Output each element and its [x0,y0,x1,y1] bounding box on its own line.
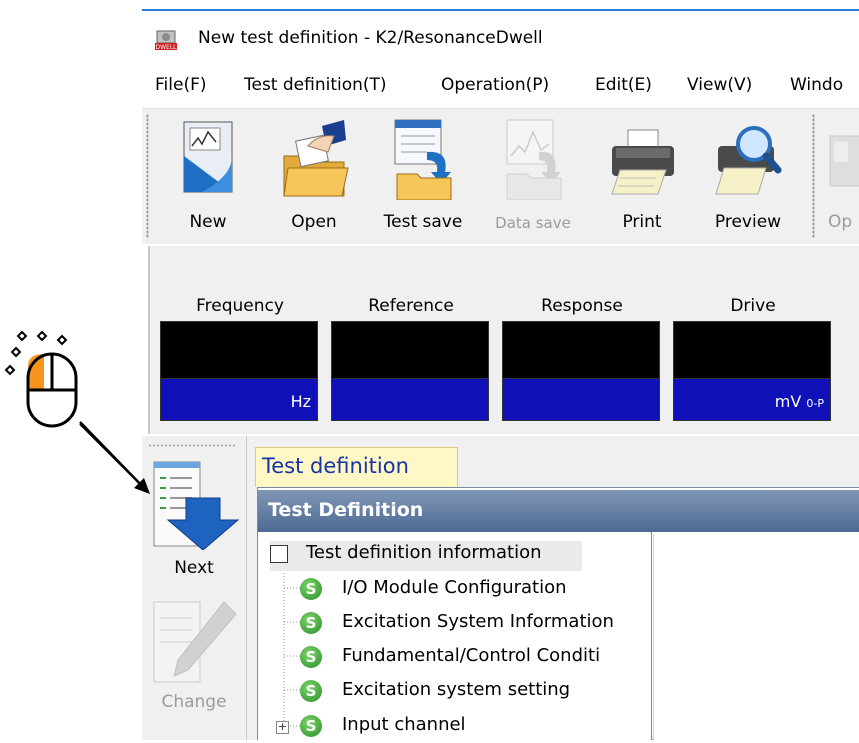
data-save-button[interactable]: Data save [484,112,582,240]
menu-window[interactable]: Windo [790,75,843,95]
reference-caption: Reference [368,296,454,316]
reference-display [331,321,489,379]
next-button-label: Next [174,558,214,578]
menu-test-definition[interactable]: Test definition(T) [244,75,387,95]
test-save-icon [387,116,459,201]
window-title: New test definition - K2/ResonanceDwell [198,28,543,48]
s-badge-icon: S [300,646,322,668]
side-toolbar-grip[interactable] [148,444,236,447]
menu-view[interactable]: View(V) [687,75,752,95]
frequency-display [160,321,318,379]
tree-item-label: Input channel [342,714,466,735]
s-badge-icon: S [300,612,322,634]
drive-unit: mV 0-P [673,379,831,421]
detail-pane [653,534,859,740]
open-button-label: Open [291,212,337,232]
data-save-icon [497,116,569,201]
dwell-app-icon: DWELL [154,29,178,51]
checkbox-icon [270,545,288,563]
new-document-icon [172,116,244,200]
toolbar-grip[interactable] [146,114,149,238]
tree-item-label: I/O Module Configuration [342,577,567,598]
s-badge-icon: S [300,578,322,600]
s-badge-icon: S [300,715,322,737]
operation-button[interactable]: Op [822,112,859,240]
preview-button[interactable]: Preview [700,112,796,240]
tree-item-label: Test definition information [306,542,542,563]
drive-unit-sub: 0-P [806,397,824,410]
response-caption: Response [541,296,623,316]
change-button[interactable]: Change [144,592,244,722]
data-save-button-label: Data save [495,214,571,232]
print-button[interactable]: Print [600,112,684,240]
printer-icon [606,116,678,200]
response-display [502,321,660,379]
tree-item-label: Excitation system setting [342,679,571,700]
drive-meter: mV 0-P [673,321,831,421]
window-top-border [142,9,859,11]
change-pencil-icon [148,594,244,686]
change-button-label: Change [161,692,227,712]
operation-icon [822,116,859,200]
print-button-label: Print [622,212,662,232]
open-folder-icon [278,116,350,200]
reference-meter [331,321,489,421]
tree-item-input-channel[interactable]: + S Input channel [276,713,576,743]
tree-item-fundamental-control-conditions[interactable]: S Fundamental/Control Conditi [300,644,650,674]
response-unit [502,379,660,421]
drive-display [673,321,831,379]
tab-test-definition[interactable]: Test definition [255,447,458,487]
tree-item-excitation-system-setting[interactable]: S Excitation system setting [300,678,630,708]
new-button-label: New [189,212,227,232]
svg-text:DWELL: DWELL [155,44,177,51]
tree-item-test-definition-information[interactable]: Test definition information [270,541,582,571]
print-preview-icon [712,116,784,200]
response-meter [502,321,660,421]
operation-button-label: Op [828,212,853,232]
tree-item-excitation-system-information[interactable]: S Excitation System Information [300,610,650,640]
tree-item-io-module-configuration[interactable]: S I/O Module Configuration [300,576,620,606]
test-save-button[interactable]: Test save [376,112,470,240]
next-arrow-icon [148,458,244,551]
tree-item-label: Excitation System Information [342,611,614,632]
callout-arrow [79,421,150,494]
menu-edit[interactable]: Edit(E) [595,75,652,95]
frequency-caption: Frequency [196,296,284,316]
panel-header: Test Definition [258,490,859,532]
open-button[interactable]: Open [272,112,356,240]
test-save-button-label: Test save [383,212,463,232]
frequency-meter: Hz [160,321,318,421]
s-badge-icon: S [300,680,322,702]
menu-file[interactable]: File(F) [155,75,207,95]
new-button[interactable]: New [168,112,248,240]
tree-item-label: Fundamental/Control Conditi [342,645,601,666]
reference-unit [331,379,489,421]
expand-plus-icon[interactable]: + [276,721,289,734]
preview-button-label: Preview [714,212,782,232]
drive-caption: Drive [730,296,776,316]
menu-operation[interactable]: Operation(P) [441,75,549,95]
toolbar-grip-2[interactable] [812,114,815,238]
frequency-unit: Hz [160,379,318,421]
next-button[interactable]: Next [144,456,244,584]
